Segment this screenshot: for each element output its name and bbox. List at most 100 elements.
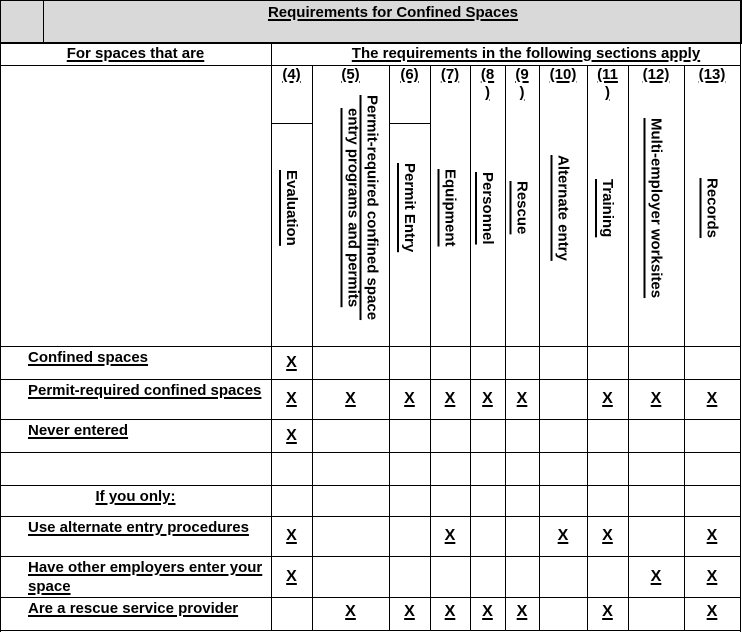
section-label: Records xyxy=(703,177,721,239)
requirement-mark-text: X xyxy=(706,567,718,585)
row-divider xyxy=(0,516,741,517)
row-label: If you only: xyxy=(0,487,271,506)
requirement-mark: X xyxy=(271,527,312,545)
requirement-mark: X xyxy=(271,354,312,372)
section-label: Rescue xyxy=(513,181,531,235)
row-divider xyxy=(0,556,741,557)
requirement-mark: X xyxy=(271,390,312,408)
requirement-mark-text: X xyxy=(444,603,456,620)
requirement-mark-text: X xyxy=(444,527,456,544)
section-label-cell: Permit Entry xyxy=(389,70,430,346)
section-label-cell: Training xyxy=(587,70,628,346)
requirement-mark: X xyxy=(470,603,505,621)
requirement-mark-text: X xyxy=(706,603,718,620)
section-label-cell: Alternate entry xyxy=(539,70,587,346)
row-divider xyxy=(0,419,741,420)
requirement-mark: X xyxy=(539,527,587,545)
row-label: Never entered xyxy=(28,421,268,440)
row-label-text: Confined spaces xyxy=(28,349,149,366)
requirement-mark-text: X xyxy=(602,603,613,620)
row-label: Confined spaces xyxy=(28,348,268,367)
requirement-mark-text: X xyxy=(482,603,493,620)
requirement-mark-text: X xyxy=(557,527,569,544)
section-label-cell: Multi-employer worksites xyxy=(628,70,684,346)
requirement-mark: X xyxy=(628,390,684,408)
requirement-mark: X xyxy=(430,527,470,545)
requirement-mark: X xyxy=(684,390,740,408)
requirement-mark: X xyxy=(587,527,628,545)
row-label-text: Have other employers enter your space xyxy=(28,559,263,595)
requirement-mark-text: X xyxy=(602,390,613,407)
table-title-text: Requirements for Confined Spaces xyxy=(267,4,519,21)
row-divider xyxy=(0,452,741,453)
row-label: Have other employers enter your space xyxy=(28,558,268,596)
requirement-mark-text: X xyxy=(516,390,528,407)
table-border-right xyxy=(740,0,741,632)
section-label-cell: Personnel xyxy=(470,70,505,346)
row-label-text: Never entered xyxy=(28,422,129,439)
requirement-mark-text: X xyxy=(286,527,297,544)
requirement-mark-text: X xyxy=(286,390,297,407)
section-label: Equipment xyxy=(441,169,459,247)
table-title: Requirements for Confined Spaces xyxy=(44,4,742,21)
requirement-mark-text: X xyxy=(650,390,662,407)
left-column-header-text: For spaces that are xyxy=(66,45,205,62)
requirement-mark-text: X xyxy=(444,390,456,407)
requirement-mark-text: X xyxy=(345,390,356,407)
row-label-text: Permit-required confined spaces xyxy=(28,382,262,399)
row-divider xyxy=(0,379,741,380)
requirement-mark: X xyxy=(430,390,470,408)
row-divider xyxy=(0,597,741,598)
requirement-mark-text: X xyxy=(706,527,718,544)
requirement-mark-text: X xyxy=(345,603,356,620)
requirement-mark: X xyxy=(470,390,505,408)
requirement-mark: X xyxy=(505,603,539,621)
requirement-mark: X xyxy=(312,390,389,408)
requirement-mark: X xyxy=(684,568,740,586)
requirement-mark-text: X xyxy=(286,426,297,444)
section-label: Evaluation xyxy=(283,170,300,246)
row-label-text: If you only: xyxy=(95,488,176,505)
section-label-cell: Equipment xyxy=(430,70,470,346)
row-label: Permit-required confined spaces xyxy=(28,381,268,400)
section-label: Multi-employer worksites xyxy=(647,117,665,299)
requirement-mark: X xyxy=(389,390,430,408)
row-label: Are a rescue service provider xyxy=(28,599,268,618)
requirement-mark-text: X xyxy=(482,390,493,407)
row-divider xyxy=(0,485,741,486)
requirement-mark: X xyxy=(312,603,389,621)
section-label: Permit Entry xyxy=(401,163,418,253)
row-label-text: Are a rescue service provider xyxy=(28,600,239,617)
section-label-cell: Permit-required confined space entry pro… xyxy=(312,70,389,346)
section-label-cell: Records xyxy=(684,70,740,346)
table-border-bottom xyxy=(0,630,741,631)
section-label-cell: Evaluation xyxy=(271,70,312,346)
row-label-text: Use alternate entry procedures xyxy=(28,519,249,536)
requirement-mark-text: X xyxy=(516,603,528,620)
requirement-mark: X xyxy=(430,603,470,621)
requirement-mark-text: X xyxy=(650,567,662,585)
requirement-mark-text: X xyxy=(602,527,613,544)
right-columns-header: The requirements in the following sectio… xyxy=(312,45,740,62)
right-columns-header-text: The requirements in the following sectio… xyxy=(351,45,701,62)
row-divider xyxy=(0,346,741,347)
section-label: Training xyxy=(599,178,616,238)
requirement-mark-text: X xyxy=(286,353,297,371)
requirement-mark: X xyxy=(587,603,628,621)
section-label: Permit-required confined space entry pro… xyxy=(344,95,381,321)
requirement-mark-text: X xyxy=(706,390,718,407)
requirement-mark-text: X xyxy=(404,390,415,407)
requirement-mark-text: X xyxy=(404,603,415,620)
row-label: Use alternate entry procedures xyxy=(28,518,268,537)
section-label: Personnel xyxy=(479,171,496,245)
section-label-cell: Rescue xyxy=(505,70,539,346)
table-border-left xyxy=(0,44,1,632)
requirement-mark: X xyxy=(587,390,628,408)
requirement-mark: X xyxy=(628,568,684,586)
requirement-mark: X xyxy=(505,390,539,408)
requirement-mark-text: X xyxy=(286,567,297,585)
section-label: Alternate entry xyxy=(554,155,572,261)
requirement-mark: X xyxy=(389,603,430,621)
requirement-mark: X xyxy=(271,568,312,586)
requirement-mark: X xyxy=(271,427,312,445)
